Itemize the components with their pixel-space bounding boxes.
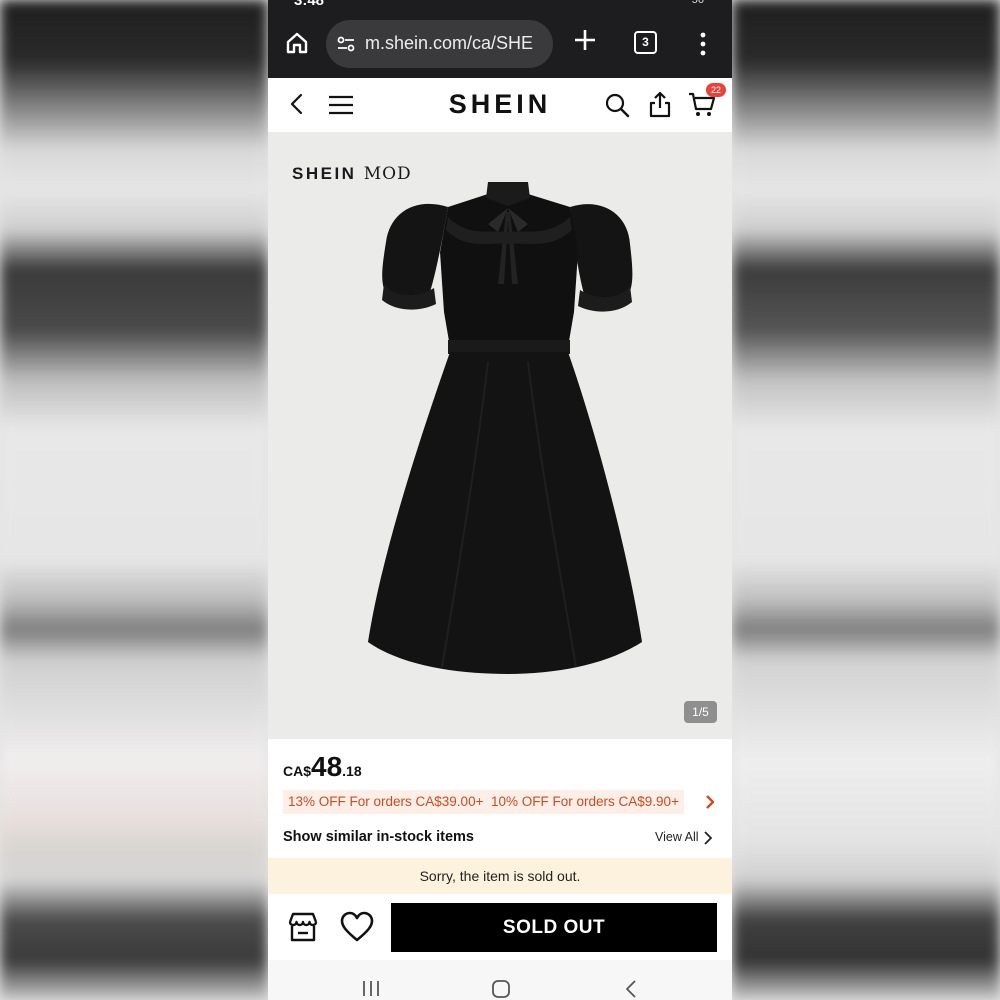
search-icon[interactable] <box>604 92 630 118</box>
chevron-right-icon[interactable] <box>705 795 715 809</box>
promo-tag[interactable]: 13% OFF For orders CA$39.00+ <box>283 790 489 814</box>
similar-items-row[interactable]: Show similar in-stock items View All <box>268 818 732 858</box>
new-tab-icon[interactable] <box>573 28 597 52</box>
price: CA$48.18 <box>283 751 362 783</box>
dress-photo <box>368 182 642 674</box>
url-text[interactable]: m.shein.com/ca/SHE <box>365 33 533 54</box>
sold-out-notice: Sorry, the item is sold out. <box>268 858 732 894</box>
chevron-right-icon[interactable] <box>704 831 712 845</box>
recent-apps-icon[interactable] <box>361 979 381 997</box>
status-signal: 56 <box>691 0 704 6</box>
store-icon[interactable] <box>286 910 320 944</box>
price-currency: CA$ <box>283 763 312 779</box>
browser-toolbar: m.shein.com/ca/SHE 3 <box>268 10 732 78</box>
blurred-backdrop-left <box>0 0 268 1000</box>
promo-tag[interactable]: 10% OFF For orders CA$9.90+ <box>486 790 684 814</box>
bottom-action-bar: SOLD OUT <box>268 894 732 960</box>
price-cents: .18 <box>342 763 362 779</box>
home-nav-icon[interactable] <box>491 980 511 998</box>
price-main: 48 <box>311 751 343 782</box>
site-header: SHEIN 22 <box>268 78 732 132</box>
status-time: 3:48 <box>294 0 325 9</box>
sold-out-button[interactable]: SOLD OUT <box>391 903 717 952</box>
site-settings-icon[interactable] <box>336 34 356 54</box>
product-image-gallery[interactable]: SHEIN MOD 1/5 <box>268 132 732 739</box>
share-icon[interactable] <box>648 90 672 118</box>
back-nav-icon[interactable] <box>624 980 638 998</box>
more-options-icon[interactable] <box>693 32 713 56</box>
view-all-link[interactable]: View All <box>655 830 699 844</box>
blurred-backdrop-right <box>732 0 1000 1000</box>
heart-icon[interactable] <box>340 911 374 943</box>
image-counter: 1/5 <box>684 701 717 723</box>
similar-items-title: Show similar in-stock items <box>283 829 474 845</box>
android-navigation-bar <box>268 960 732 1000</box>
address-bar[interactable]: m.shein.com/ca/SHE <box>326 20 553 68</box>
cart-count-badge: 22 <box>706 83 726 97</box>
phone-screen: 3:48 56 m.shein.com/ca/SHE 3 SHEIN 22 SH… <box>268 0 732 1000</box>
status-bar: 3:48 56 <box>268 0 732 10</box>
home-icon[interactable] <box>284 30 310 56</box>
tab-switcher-button[interactable]: 3 <box>634 31 657 54</box>
